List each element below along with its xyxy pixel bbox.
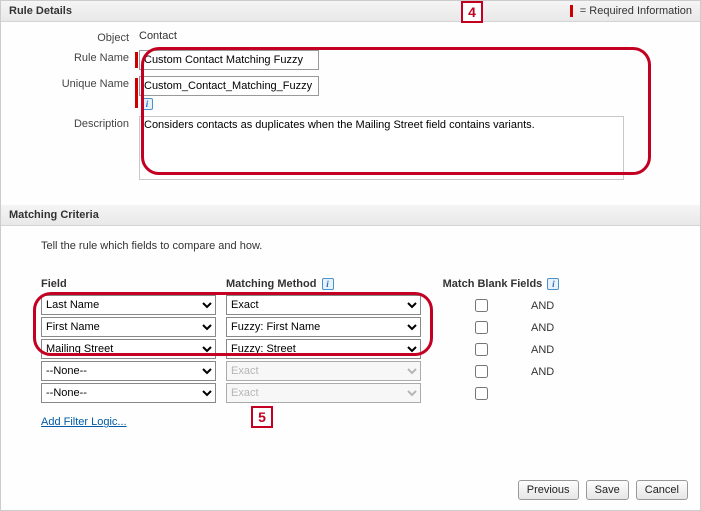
criteria-table: Field Matching Method i Match Blank Fiel… xyxy=(41,278,660,428)
match-blank-checkbox[interactable] xyxy=(475,299,488,312)
callout-4: 4 xyxy=(461,1,483,23)
match-blank-checkbox[interactable] xyxy=(475,321,488,334)
matching-method-select[interactable]: Fuzzy: Street xyxy=(226,339,421,359)
criteria-row: Last Name Exact AND xyxy=(41,294,660,315)
unique-name-input[interactable] xyxy=(139,76,319,96)
matching-criteria-title: Matching Criteria xyxy=(9,209,99,221)
rule-name-input[interactable] xyxy=(139,50,319,70)
info-icon[interactable]: i xyxy=(547,278,559,290)
description-input[interactable]: Considers contacts as duplicates when th… xyxy=(139,116,624,180)
required-bar-icon xyxy=(570,5,573,17)
criteria-row: --None-- Exact xyxy=(41,382,660,403)
matching-method-select: Exact xyxy=(226,361,421,381)
callout-5: 5 xyxy=(251,406,273,428)
field-select[interactable]: --None-- xyxy=(41,383,216,403)
rule-details-title: Rule Details xyxy=(9,5,72,17)
criteria-intro-text: Tell the rule which fields to compare an… xyxy=(41,240,660,252)
match-blank-checkbox[interactable] xyxy=(475,387,488,400)
match-blank-checkbox[interactable] xyxy=(475,365,488,378)
matching-method-select: Exact xyxy=(226,383,421,403)
save-button[interactable]: Save xyxy=(586,480,629,500)
rule-details-header: Rule Details = Required Information xyxy=(1,1,700,22)
and-label: AND xyxy=(531,364,571,378)
object-label: Object xyxy=(9,30,139,44)
matching-criteria-body: Tell the rule which fields to compare an… xyxy=(1,226,700,446)
cancel-button[interactable]: Cancel xyxy=(636,480,688,500)
description-label: Description xyxy=(9,116,139,130)
column-method-header: Matching Method i xyxy=(226,278,431,290)
criteria-row: First Name Fuzzy: First Name AND xyxy=(41,316,660,337)
footer-buttons: Previous Save Cancel xyxy=(514,480,688,500)
required-bar-icon xyxy=(135,52,138,68)
match-blank-checkbox[interactable] xyxy=(475,343,488,356)
required-bar-icon xyxy=(135,78,138,108)
column-blank-header: Match Blank Fields i xyxy=(431,278,571,290)
field-select[interactable]: Last Name xyxy=(41,295,216,315)
criteria-row: Mailing Street Fuzzy: Street AND xyxy=(41,338,660,359)
info-icon[interactable]: i xyxy=(141,98,153,110)
column-field-header: Field xyxy=(41,278,226,290)
matching-method-select[interactable]: Exact xyxy=(226,295,421,315)
unique-name-label: Unique Name xyxy=(9,76,139,90)
matching-method-select[interactable]: Fuzzy: First Name xyxy=(226,317,421,337)
rule-details-body: Object Contact Rule Name Unique Name i D… xyxy=(1,22,700,205)
and-label: AND xyxy=(531,342,571,356)
field-select[interactable]: --None-- xyxy=(41,361,216,381)
object-value: Contact xyxy=(139,30,177,42)
and-label: AND xyxy=(531,320,571,334)
field-select[interactable]: First Name xyxy=(41,317,216,337)
criteria-row: --None-- Exact AND xyxy=(41,360,660,381)
field-select[interactable]: Mailing Street xyxy=(41,339,216,359)
info-icon[interactable]: i xyxy=(322,278,334,290)
add-filter-logic-link[interactable]: Add Filter Logic... xyxy=(41,416,127,428)
and-label xyxy=(531,392,571,394)
previous-button[interactable]: Previous xyxy=(518,480,579,500)
criteria-headers: Field Matching Method i Match Blank Fiel… xyxy=(41,278,660,290)
required-info-note: = Required Information xyxy=(570,5,692,17)
matching-criteria-header: Matching Criteria xyxy=(1,205,700,226)
rule-name-label: Rule Name xyxy=(9,50,139,64)
and-label: AND xyxy=(531,298,571,312)
